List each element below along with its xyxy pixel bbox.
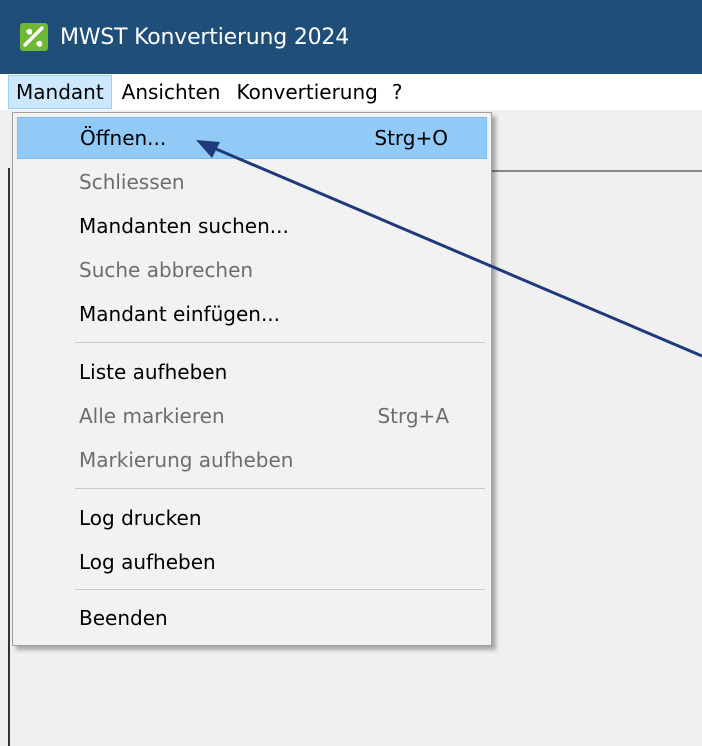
menu-item-label: Beenden — [79, 606, 168, 630]
menu-item-liste-aufheben[interactable]: Liste aufheben — [17, 351, 487, 393]
menu-item-alle-markieren[interactable]: Alle markieren Strg+A — [17, 395, 487, 437]
menu-item-shortcut: Strg+O — [374, 126, 448, 150]
menu-item-markierung-aufheben[interactable]: Markierung aufheben — [17, 439, 487, 481]
menu-item-suche-abbrechen[interactable]: Suche abbrechen — [17, 249, 487, 291]
menu-item-label: Alle markieren — [79, 404, 225, 428]
panel-border-top — [490, 170, 702, 172]
menu-mandant[interactable]: Mandant — [8, 75, 112, 109]
menu-separator — [75, 342, 485, 343]
title-bar: MWST Konvertierung 2024 — [0, 0, 702, 74]
menu-item-schliessen[interactable]: Schliessen — [17, 161, 487, 203]
menu-item-label: Log aufheben — [79, 550, 216, 574]
menu-item-label: Schliessen — [79, 170, 185, 194]
menu-item-log-aufheben[interactable]: Log aufheben — [17, 541, 487, 583]
window-title: MWST Konvertierung 2024 — [60, 24, 350, 50]
menu-item-beenden[interactable]: Beenden — [17, 597, 487, 639]
menu-item-log-drucken[interactable]: Log drucken — [17, 497, 487, 539]
menu-separator — [75, 488, 485, 489]
app-logo-icon — [20, 23, 48, 51]
menu-item-label: Mandant einfügen... — [79, 302, 281, 326]
menu-item-label: Öffnen... — [80, 126, 167, 150]
menu-item-shortcut: Strg+A — [377, 404, 449, 428]
menu-item-label: Suche abbrechen — [79, 258, 254, 282]
menu-item-mandanten-suchen[interactable]: Mandanten suchen... — [17, 205, 487, 247]
menu-item-label: Markierung aufheben — [79, 448, 294, 472]
menu-konvertierung[interactable]: Konvertierung — [230, 75, 383, 109]
menu-separator — [75, 589, 485, 590]
panel-border-left — [8, 168, 10, 746]
menu-ansichten[interactable]: Ansichten — [116, 75, 227, 109]
menu-item-label: Mandanten suchen... — [79, 214, 289, 238]
mandant-dropdown-menu: Öffnen... Strg+O Schliessen Mandanten su… — [12, 112, 492, 646]
menu-item-label: Log drucken — [79, 506, 202, 530]
menu-help[interactable]: ? — [386, 75, 409, 109]
menu-bar: Mandant Ansichten Konvertierung ? — [0, 74, 702, 110]
menu-item-mandant-einfuegen[interactable]: Mandant einfügen... — [17, 293, 487, 335]
menu-item-oeffnen[interactable]: Öffnen... Strg+O — [17, 117, 487, 159]
menu-item-label: Liste aufheben — [79, 360, 228, 384]
